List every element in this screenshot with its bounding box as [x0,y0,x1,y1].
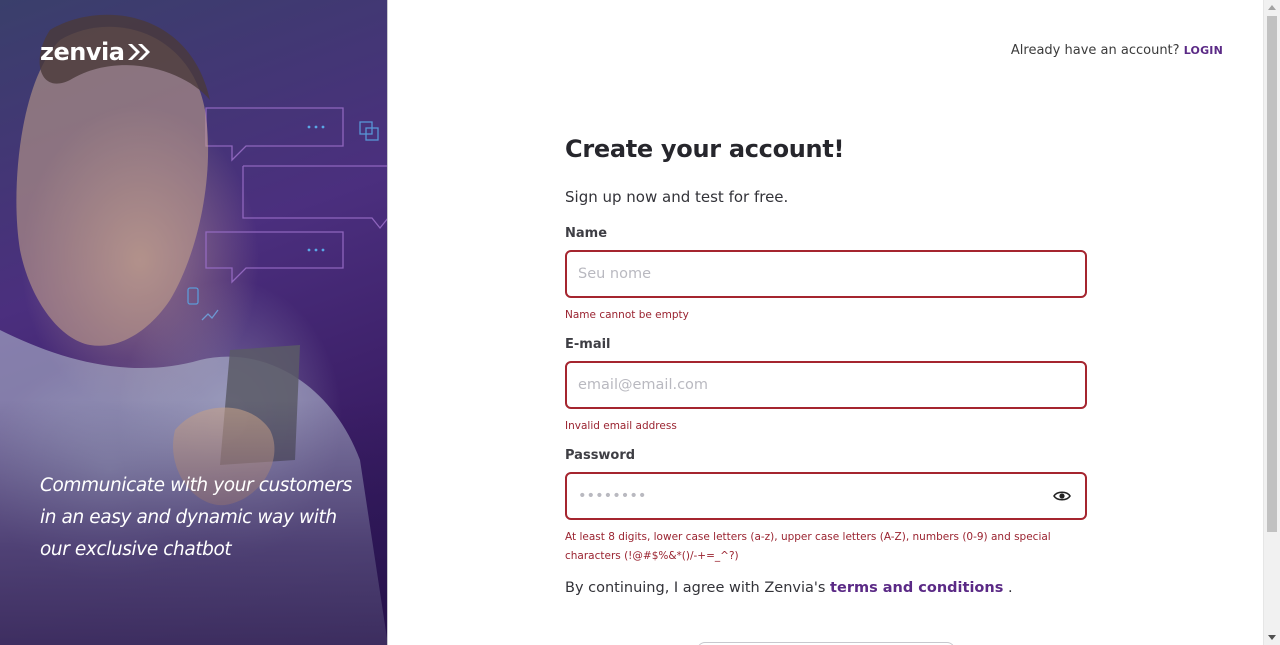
name-field-wrapper [565,250,1087,298]
name-input[interactable] [567,252,1085,296]
name-error: Name cannot be empty [565,309,689,321]
email-field-wrapper [565,361,1087,409]
terms-text: By continuing, I agree with Zenvia's ter… [565,580,1087,596]
hero-caption-line-1: Communicate with your customers [40,475,352,496]
page-subtitle: Sign up now and test for free. [565,188,789,206]
password-error-line-1: At least 8 digits, lower case letters (a… [565,531,1051,543]
email-input[interactable] [567,363,1085,407]
logo-text: zenvia [40,38,125,66]
password-input[interactable] [567,474,1085,518]
scroll-thumb[interactable] [1267,16,1277,532]
panel-divider [387,0,388,645]
page-title: Create your account! [565,135,845,163]
zenvia-logo[interactable]: zenvia [40,38,152,66]
account-prompt-text: Already have an account? [1010,43,1180,58]
login-prompt: Already have an account? LOGIN [1011,43,1223,58]
scroll-down-icon[interactable] [1268,635,1276,640]
email-error: Invalid email address [565,420,677,432]
password-error: At least 8 digits, lower case letters (a… [565,528,1087,566]
password-label: Password [565,448,636,463]
login-link[interactable]: LOGIN [1184,44,1223,57]
password-field-wrapper [565,472,1087,520]
password-error-line-2: characters (!@#$%&*()/-+=_^?) [565,550,739,562]
name-label: Name [565,226,608,241]
signup-form: Create your account! Sign up now and tes… [565,135,1087,596]
scroll-up-icon[interactable] [1268,5,1276,10]
signup-page: zenvia Communicate with your customers i… [0,0,1280,645]
terms-suffix: . [1003,580,1013,596]
scrollbar[interactable] [1263,0,1280,645]
terms-prefix: By continuing, I agree with Zenvia's [565,580,831,596]
hero-caption-line-2: in an easy and dynamic way with [40,507,337,528]
hero-panel: zenvia Communicate with your customers i… [0,0,388,645]
hero-caption: Communicate with your customers in an ea… [40,470,360,566]
hero-caption-line-3: our exclusive chatbot [40,539,232,560]
eye-icon[interactable] [1053,488,1071,504]
terms-link[interactable]: terms and conditions [830,580,1003,596]
double-chevron-icon [128,44,151,60]
email-label: E-mail [565,337,611,352]
